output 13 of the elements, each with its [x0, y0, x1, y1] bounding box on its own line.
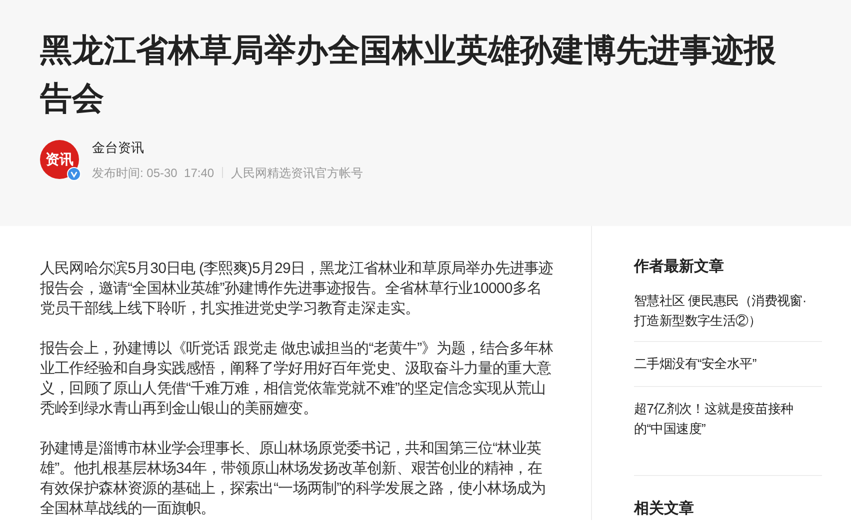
- article-link[interactable]: 超7亿剂次！这就是疫苗接种的“中国速度”: [634, 398, 812, 438]
- article-link[interactable]: 智慧社区 便民惠民（消费视窗·打造新型数字生活②）: [634, 290, 812, 330]
- publish-time: 发布时间: 05-30 17:40: [92, 164, 214, 182]
- account-note: 人民网精选资讯官方帐号: [231, 164, 364, 182]
- article-paragraph: 人民网哈尔滨5月30日电 (李熙爽)5月29日，黑龙江省林业和草原局举办先进事迹报告会，邀请“全国林业英雄”孙建博作先进事迹报告。全省林草行业10000多名党员干部线上线下聆听，扎实推进党史学习教育走深走实。: [40, 259, 554, 319]
- article-title: 黑龙江省林草局举办全国林业英雄孙建博先进事迹报告会: [40, 31, 777, 118]
- article-paragraph: 孙建博是淄博市林业学会理事长、原山林场原党委书记，共和国第三位“林业英雄”。他扎根基层林场34年，带领原山林场发扬改革创新、艰苦创业的精神，在有效保护森林资源的基础上，探索出“一场两制”的科学发展之路，使小林场成为全国林草战线的一面旗帜。: [40, 439, 547, 519]
- sidebar-heading: 相关文章: [634, 498, 695, 518]
- avatar-icon[interactable]: 资讯: [40, 140, 79, 180]
- article-paragraph: 报告会上，孙建博以《听党话 跟党走 做忠诚担当的“老黄牛”》为题，结合多年林业工作经验和自身实践感悟，阐释了学好用好百年党史、汲取奋斗力量的重大意义，回顾了原山人凭借“千难万难，相信党依靠党就不难”的坚定信念实现从荒山秃岭到绿水青山再到金山银山的美丽嬗变。: [40, 339, 554, 419]
- article-link[interactable]: 二手烟没有“安全水平”: [634, 354, 812, 374]
- sidebar-heading: 作者最新文章: [634, 257, 725, 277]
- author-name[interactable]: 金台资讯: [92, 138, 364, 158]
